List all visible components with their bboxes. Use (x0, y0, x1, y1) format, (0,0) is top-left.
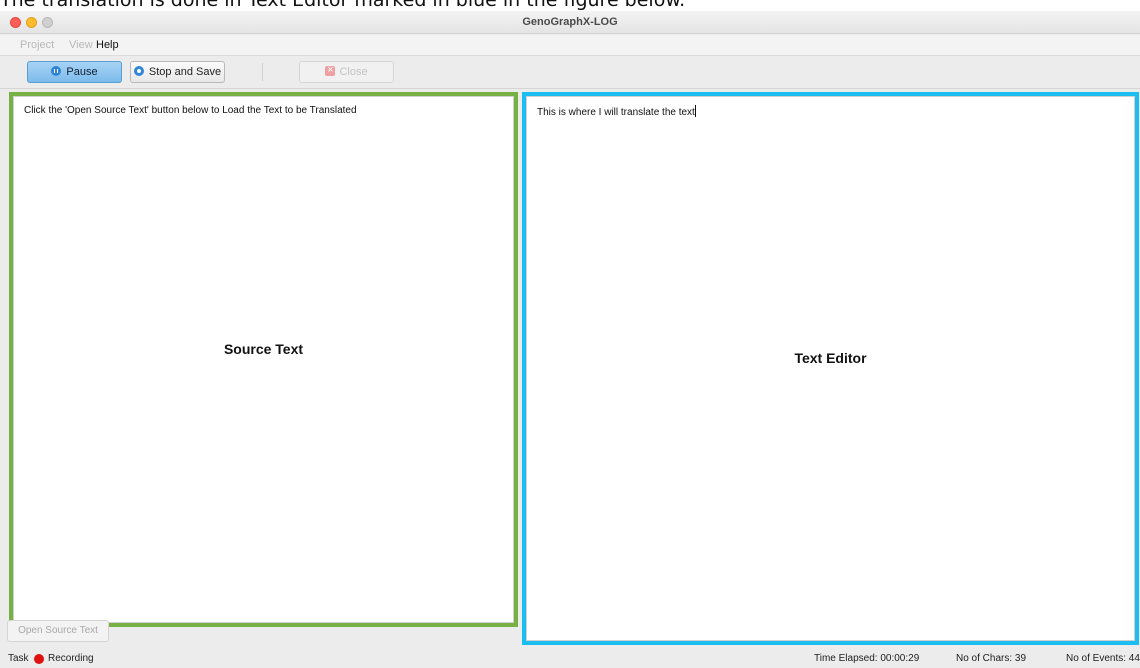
editor-content-text: This is where I will translate the text (537, 107, 695, 118)
status-time-elapsed: Time Elapsed: 00:00:29 (814, 653, 920, 664)
source-text-label: Source Text (223, 341, 304, 357)
menu-project[interactable]: Project (20, 39, 54, 51)
source-text-pane: Click the 'Open Source Text' button belo… (9, 92, 518, 627)
text-editor-area[interactable]: This is where I will translate the text … (526, 96, 1135, 641)
status-recording: Recording (48, 653, 94, 664)
status-task: Task (8, 653, 29, 664)
toolbar: Pause Stop and Save Close (0, 57, 1140, 89)
menu-view[interactable]: View (69, 39, 93, 51)
pause-button-label: Pause (66, 66, 98, 78)
text-caret (694, 105, 696, 117)
status-event-count: No of Events: 44 (1066, 653, 1140, 664)
status-char-count: No of Chars: 39 (956, 653, 1027, 664)
source-instruction-text: Click the 'Open Source Text' button belo… (24, 105, 357, 116)
text-editor-label: Text Editor (794, 350, 867, 366)
title-bar: GenoGraphX-LOG (0, 11, 1140, 34)
toolbar-separator (262, 63, 263, 81)
pause-icon (51, 66, 62, 76)
open-source-text-button[interactable]: Open Source Text (7, 620, 109, 642)
close-button-label: Close (339, 66, 368, 78)
app-window: GenoGraphX-LOG Project View Help Pause S… (0, 11, 1140, 668)
stop-and-save-label: Stop and Save (148, 66, 222, 78)
stop-icon (133, 66, 144, 76)
editor-content: This is where I will translate the text (537, 105, 696, 118)
text-editor-pane: This is where I will translate the text … (522, 92, 1139, 645)
menu-help[interactable]: Help (96, 39, 119, 51)
source-text-area[interactable]: Click the 'Open Source Text' button belo… (13, 96, 514, 623)
window-title: GenoGraphX-LOG (522, 16, 618, 28)
close-icon (325, 61, 336, 79)
stop-and-save-button[interactable]: Stop and Save (130, 61, 225, 83)
record-dot-icon (34, 654, 44, 664)
pause-button[interactable]: Pause (27, 61, 122, 83)
status-bar: Task Recording Time Elapsed: 00:00:29 No… (0, 650, 1140, 668)
menu-bar: Project View Help (0, 35, 1140, 56)
close-button[interactable]: Close (299, 61, 394, 83)
